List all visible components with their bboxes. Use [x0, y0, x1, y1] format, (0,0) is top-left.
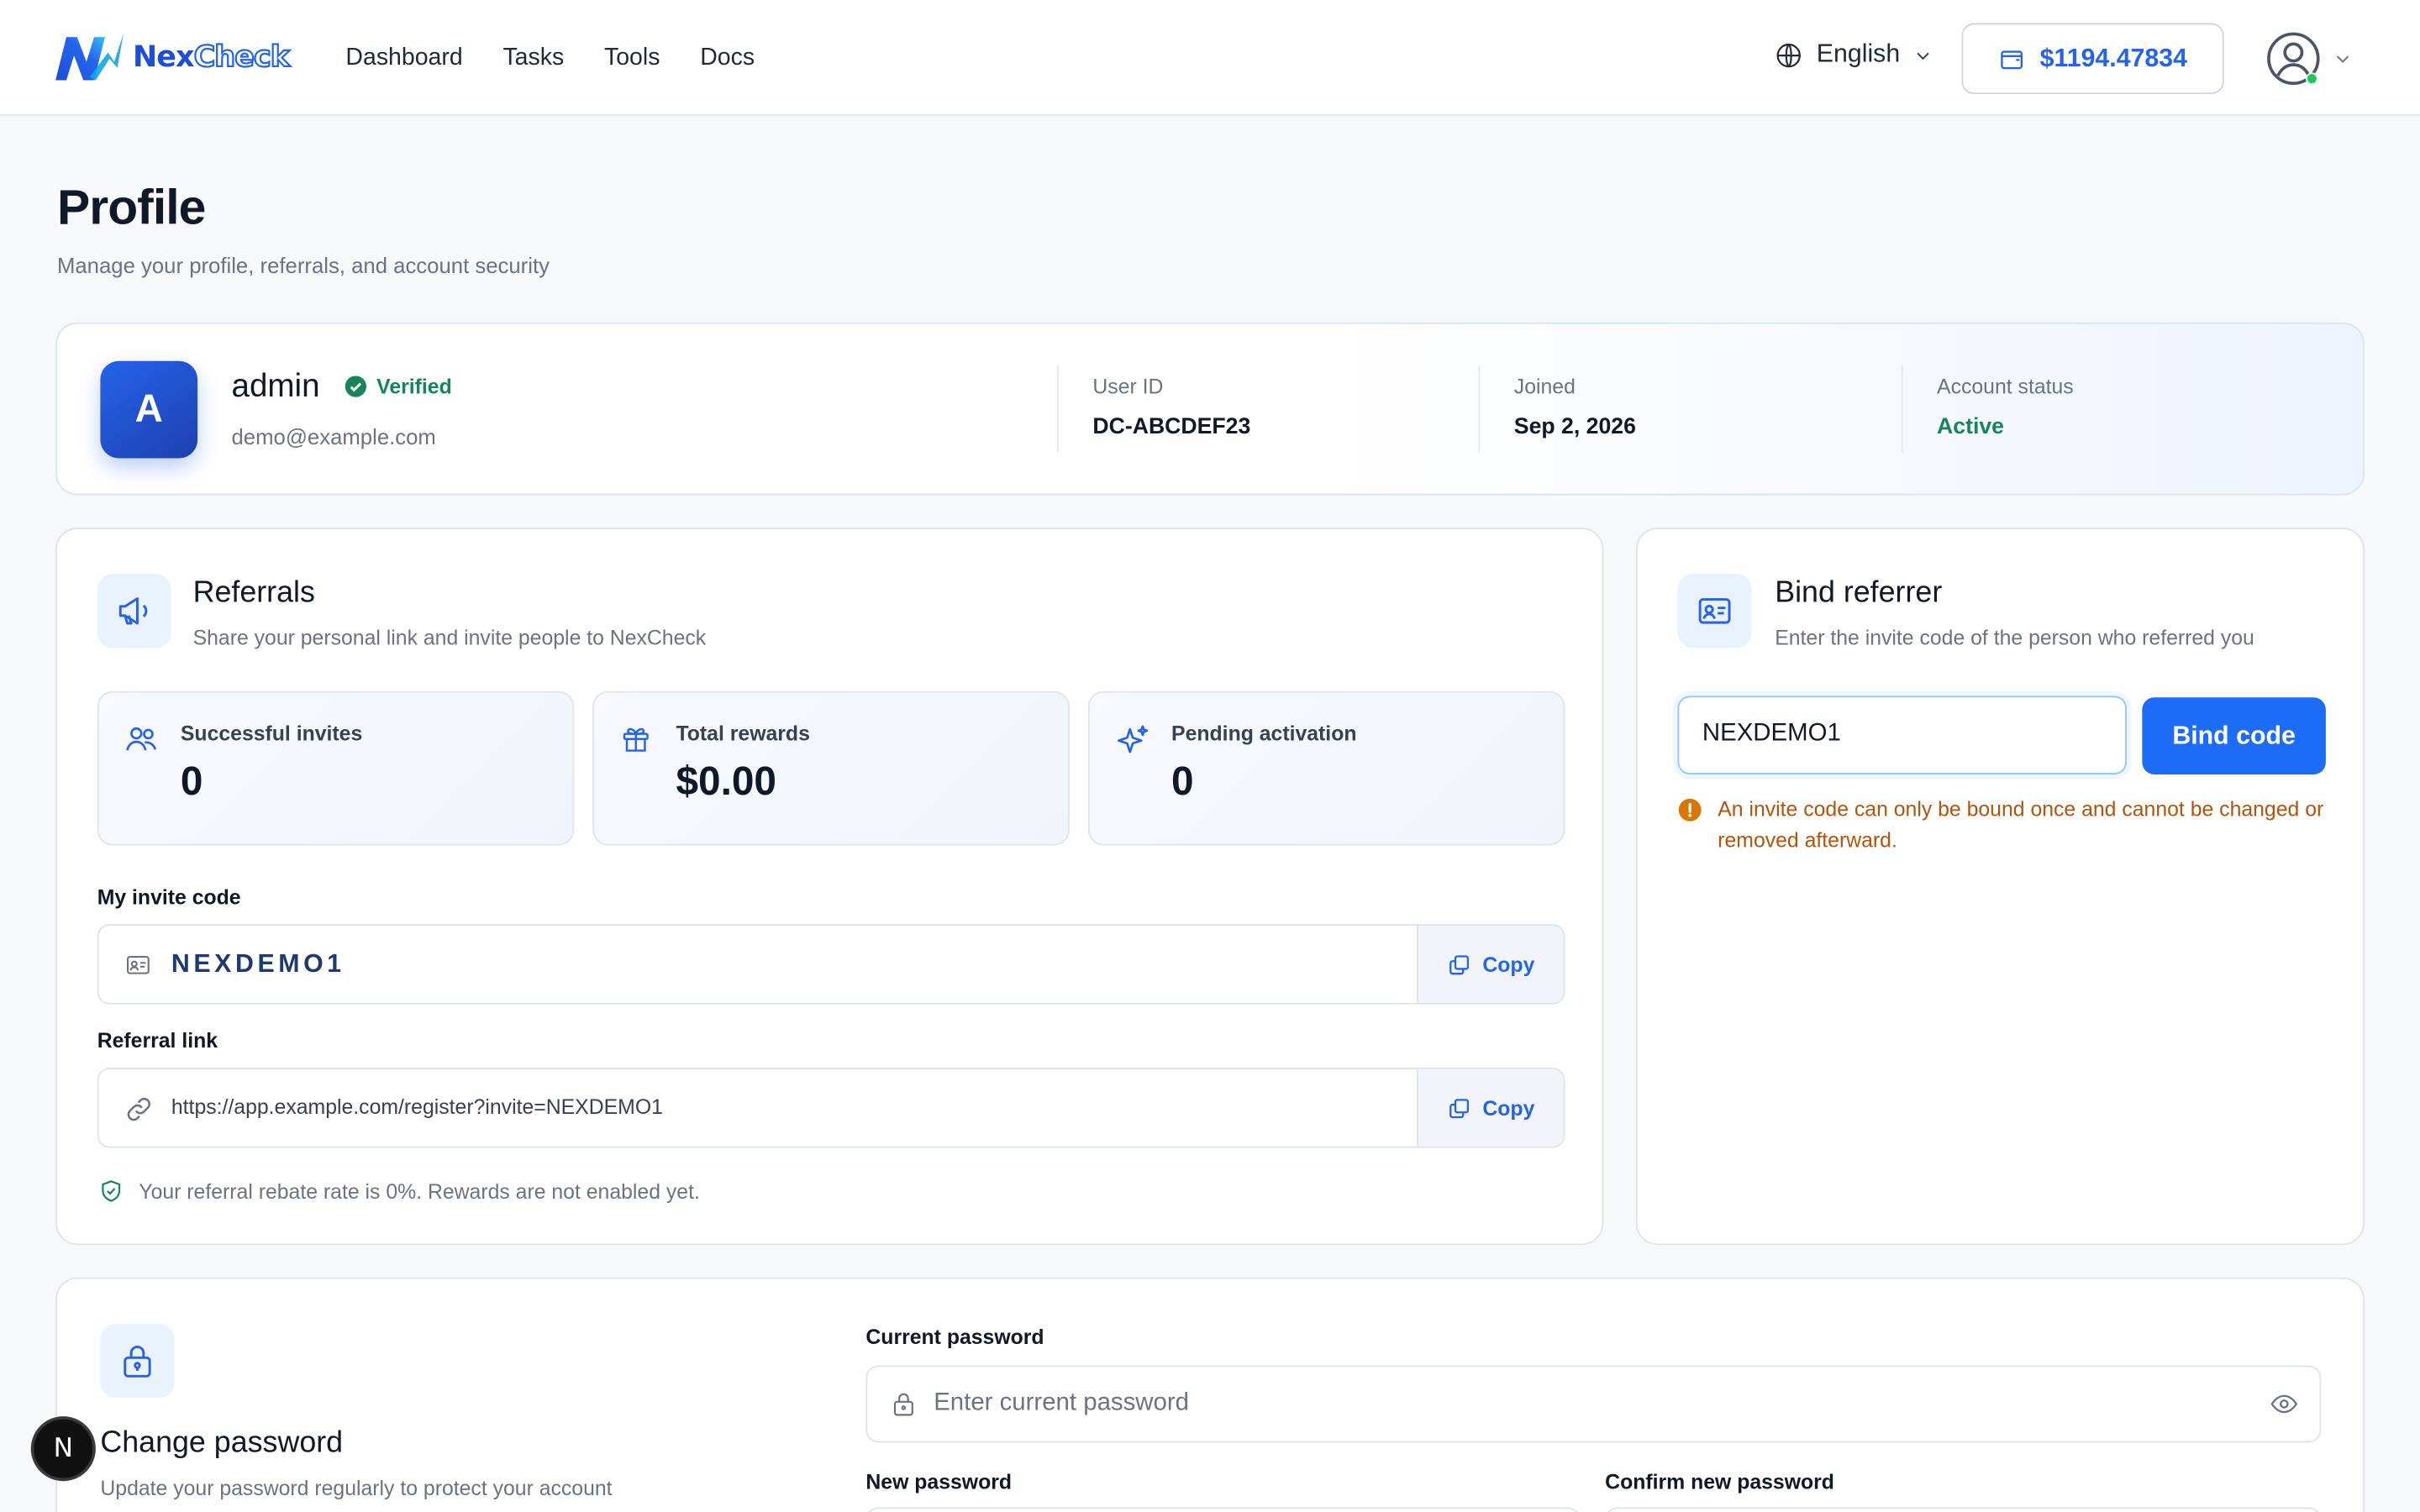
joined-value: Sep 2, 2026	[1513, 415, 1636, 440]
online-status-dot	[2306, 72, 2318, 86]
main-nav: Dashboard Tasks Tools Docs	[345, 0, 755, 116]
copy-label: Copy	[1482, 1095, 1535, 1120]
copy-invite-code-button[interactable]: Copy	[1417, 926, 1564, 1003]
stat-label: Pending activation	[1171, 722, 1357, 746]
invite-code-input[interactable]: NEXDEMO1	[1677, 696, 2127, 775]
referrals-icon-tile	[97, 574, 171, 648]
referrals-title: Referrals	[192, 575, 315, 610]
total-rewards-stat: Total rewards $0.00	[592, 690, 1070, 846]
joined-label: Joined	[1513, 375, 1576, 398]
logo-mark-icon	[55, 34, 124, 81]
account-status-label: Account status	[1937, 375, 2074, 398]
confirm-password-label: Confirm new password	[1605, 1470, 1834, 1494]
current-password-placeholder: Enter current password	[934, 1389, 1190, 1417]
successful-invites-stat: Successful invites 0	[97, 690, 575, 846]
account-status-field: Account status Active	[1901, 365, 2074, 453]
rebate-note-text: Your referral rebate rate is 0%. Rewards…	[139, 1179, 700, 1203]
bind-referrer-icon-tile	[1677, 574, 1752, 648]
megaphone-icon	[118, 597, 148, 625]
referrals-card: Referrals Share your personal link and i…	[55, 528, 1604, 1246]
balance-amount: $1194.47834	[2039, 44, 2188, 72]
avatar	[2265, 31, 2321, 87]
nav-tasks[interactable]: Tasks	[502, 44, 564, 71]
stat-label: Successful invites	[180, 722, 363, 746]
chevron-down-icon	[2336, 55, 2349, 63]
copy-icon	[1449, 1098, 1469, 1118]
account-status-value: Active	[1937, 415, 2005, 440]
stat-label: Total rewards	[676, 722, 810, 746]
user-menu[interactable]	[2265, 31, 2352, 87]
bind-referrer-subtitle: Enter the invite code of the person who …	[1775, 626, 2254, 650]
alert-circle-icon	[1678, 798, 1702, 822]
lock-icon	[124, 1346, 151, 1378]
invite-code-field: NEXDEMO1 Copy	[97, 924, 1565, 1005]
invite-code-label: My invite code	[97, 885, 241, 909]
gift-icon	[623, 727, 649, 752]
password-icon-tile	[100, 1323, 175, 1399]
referral-link-label: Referral link	[97, 1029, 218, 1053]
logo-wordmark: NexCheck	[132, 39, 291, 76]
user-id-field: User ID DC-ABCDEF23	[1057, 365, 1251, 453]
change-password-card: Change password Update your password reg…	[55, 1277, 2365, 1512]
stat-value: 0	[180, 757, 203, 804]
top-navigation-bar: NexCheck Dashboard Tasks Tools Docs Engl…	[0, 0, 2420, 116]
change-password-title: Change password	[100, 1425, 344, 1460]
nav-dashboard[interactable]: Dashboard	[345, 44, 462, 71]
bind-warning-text: An invite code can only be bound once an…	[1718, 797, 2324, 852]
chevron-down-icon	[1917, 51, 1929, 60]
referral-link-field: https://app.example.com/register?invite=…	[97, 1067, 1565, 1148]
eye-icon[interactable]	[2269, 1390, 2300, 1418]
sparkles-icon	[1117, 725, 1149, 753]
current-password-label: Current password	[865, 1325, 1044, 1349]
copy-label: Copy	[1482, 953, 1535, 976]
floating-n-badge[interactable]: N	[30, 1416, 96, 1482]
invite-code-value[interactable]: NEXDEMO1	[171, 926, 345, 1003]
wallet-balance-button[interactable]: $1194.47834	[1961, 23, 2224, 95]
page-title: Profile	[56, 179, 206, 235]
stat-value: $0.00	[676, 757, 777, 804]
change-password-subtitle: Update your password regularly to protec…	[100, 1476, 613, 1500]
wallet-icon	[2000, 50, 2023, 69]
username: admin	[231, 368, 320, 405]
referrals-subtitle: Share your personal link and invite peop…	[192, 626, 707, 650]
pending-activation-stat: Pending activation 0	[1087, 690, 1565, 846]
page-subtitle: Manage your profile, referrals, and acco…	[56, 253, 550, 278]
nav-tools[interactable]: Tools	[604, 44, 660, 71]
language-label: English	[1816, 39, 1901, 68]
new-password-input[interactable]	[865, 1507, 1581, 1512]
bind-warning: An invite code can only be bound once an…	[1677, 795, 2325, 856]
current-password-input[interactable]: Enter current password	[865, 1365, 2322, 1443]
globe-icon	[1776, 43, 1801, 67]
nav-docs[interactable]: Docs	[700, 44, 755, 71]
link-icon	[127, 1097, 150, 1121]
verified-badge: Verified	[345, 375, 452, 398]
bind-code-button[interactable]: Bind code	[2142, 697, 2326, 775]
new-password-label: New password	[865, 1470, 1013, 1494]
shield-check-icon	[102, 1180, 121, 1202]
rebate-note: Your referral rebate rate is 0%. Rewards…	[99, 1179, 700, 1203]
profile-avatar: A	[100, 360, 198, 459]
language-selector[interactable]: English	[1775, 40, 1933, 70]
referral-link-value[interactable]: https://app.example.com/register?invite=…	[171, 1069, 663, 1147]
joined-field: Joined Sep 2, 2026	[1478, 365, 1636, 453]
id-card-icon	[1698, 598, 1731, 624]
verified-label: Verified	[376, 375, 452, 398]
lock-icon	[893, 1393, 913, 1416]
profile-summary-card: A admin Verified demo@example.com User I…	[55, 322, 2365, 496]
bind-referrer-card: Bind referrer Enter the invite code of t…	[1635, 528, 2365, 1246]
copy-icon	[1449, 954, 1469, 974]
user-id-label: User ID	[1092, 375, 1164, 398]
user-email: demo@example.com	[231, 424, 436, 449]
id-card-icon	[126, 956, 150, 974]
users-icon	[126, 727, 157, 751]
nexcheck-logo[interactable]: NexCheck	[52, 31, 291, 83]
stat-value: 0	[1171, 757, 1194, 804]
copy-referral-link-button[interactable]: Copy	[1417, 1068, 1564, 1147]
user-id-value: DC-ABCDEF23	[1092, 415, 1251, 440]
check-circle-icon	[345, 375, 366, 397]
confirm-password-input[interactable]	[1605, 1507, 2322, 1512]
bind-referrer-title: Bind referrer	[1775, 575, 1943, 610]
